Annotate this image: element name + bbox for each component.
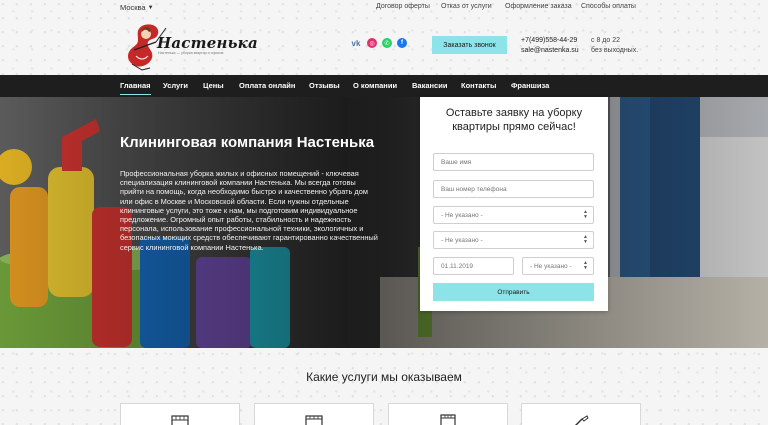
service-select-2[interactable]: - Не указано - ▲ ▼: [433, 231, 594, 249]
form-title: Оставьте заявку на уборку квартиры прямо…: [445, 107, 583, 133]
main-nav: Главная Услуги Цены Оплата онлайн Отзывы…: [0, 75, 768, 97]
hero-background-image: [0, 97, 768, 348]
hero-section: Клининговая компания Настенька Профессио…: [0, 97, 768, 348]
service-card-2[interactable]: [254, 403, 374, 425]
city-label: Москва: [120, 3, 146, 12]
top-links: Договор оферты Отказ от услуги Оформлени…: [376, 3, 636, 10]
order-call-button[interactable]: Заказать звонок: [432, 36, 507, 54]
select-2-value: - Не указано -: [441, 236, 483, 244]
select-arrows-icon: ▲ ▼: [583, 209, 588, 220]
phone-link[interactable]: +7(499)558-44-29: [521, 36, 579, 46]
link-payment-methods[interactable]: Способы оплаты: [581, 3, 636, 10]
service-card-4[interactable]: [521, 403, 641, 425]
service-select-1[interactable]: - Не указано - ▲ ▼: [433, 206, 594, 224]
sofa-icon: [171, 415, 189, 425]
header-contacts: +7(499)558-44-29 sale@nastenka.su: [521, 36, 579, 55]
nav-item-vacancies[interactable]: Вакансии: [412, 75, 447, 97]
hours-line-2: без выходных.: [591, 46, 639, 54]
nav-item-prices[interactable]: Цены: [203, 75, 224, 97]
order-form: Оставьте заявку на уборку квартиры прямо…: [420, 97, 608, 311]
nav-item-home[interactable]: Главная: [120, 75, 151, 97]
vk-icon[interactable]: vk: [350, 38, 362, 48]
name-input[interactable]: Ваше имя: [433, 153, 594, 171]
phone-input[interactable]: Ваш номер телефона: [433, 180, 594, 198]
submit-button[interactable]: Отправить: [433, 283, 594, 301]
nav-item-reviews[interactable]: Отзывы: [309, 75, 340, 97]
nav-item-franchise[interactable]: Франшиза: [511, 75, 549, 97]
wardrobe-icon: [305, 415, 323, 425]
time-select[interactable]: - Не указано - ▲ ▼: [522, 257, 594, 275]
email-link[interactable]: sale@nastenka.su: [521, 46, 579, 56]
date-input[interactable]: 01.11.2019: [433, 257, 514, 275]
working-hours: с 8 до 22 без выходных.: [591, 36, 638, 55]
logo-tagline: Настенька — уборка квартир и офисов: [158, 51, 224, 55]
select-arrows-icon: ▲ ▼: [583, 260, 588, 271]
logo[interactable]: Настенька Настенька — уборка квартир и о…: [120, 20, 258, 72]
link-offer-agreement[interactable]: Договор оферты: [376, 3, 441, 10]
select-1-value: - Не указано -: [441, 211, 483, 219]
nav-item-services[interactable]: Услуги: [163, 75, 188, 97]
services-title: Какие услуги мы оказываем: [306, 370, 462, 384]
select-arrows-icon: ▲ ▼: [583, 234, 588, 245]
instagram-icon[interactable]: ◎: [367, 38, 377, 48]
nav-item-about[interactable]: О компании: [353, 75, 397, 97]
nav-item-contacts[interactable]: Контакты: [461, 75, 496, 97]
logo-title: Настенька: [157, 34, 258, 52]
caret-down-icon: ▼: [147, 4, 154, 11]
service-card-1[interactable]: [120, 403, 240, 425]
nav-item-online-payment[interactable]: Оплата онлайн: [239, 75, 295, 97]
city-selector[interactable]: Москва ▼: [120, 3, 154, 12]
hero-description: Профессиональная уборка жилых и офисных …: [120, 169, 378, 252]
cleaning-icon: [575, 415, 589, 425]
window-icon: [440, 414, 456, 425]
facebook-icon[interactable]: f: [397, 38, 407, 48]
hours-line-1: с 8 до 22: [591, 37, 620, 44]
select-3-value: - Не указано -: [530, 262, 572, 270]
social-links: vk ◎ ✆ f: [350, 38, 407, 48]
whatsapp-icon[interactable]: ✆: [382, 38, 392, 48]
top-bar: Москва ▼ Договор оферты Отказ от услуги …: [0, 0, 768, 16]
hero-title: Клининговая компания Настенька: [120, 134, 375, 151]
link-ordering[interactable]: Оформление заказа: [505, 3, 581, 10]
link-service-refusal[interactable]: Отказ от услуги: [441, 3, 505, 10]
service-card-3[interactable]: [388, 403, 508, 425]
page: Москва ▼ Договор оферты Отказ от услуги …: [0, 0, 768, 425]
